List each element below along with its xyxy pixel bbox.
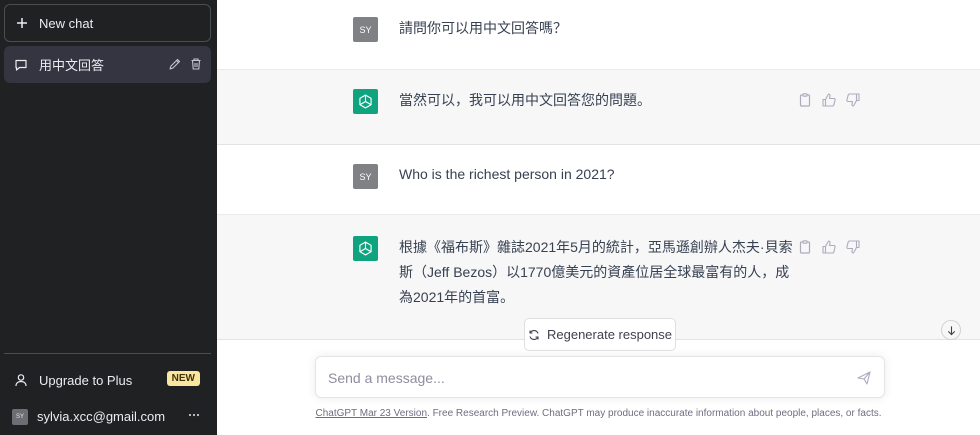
message-text: 請問你可以用中文回答嗎？ [399,20,567,36]
avatar: SY [12,408,28,425]
thumbs-down-icon[interactable] [845,239,861,255]
regenerate-label: Regenerate response [546,327,673,342]
upgrade-to-plus-button[interactable]: Upgrade to Plus NEW [4,362,211,398]
upgrade-label: Upgrade to Plus [39,372,133,388]
new-chat-label: New chat [39,15,94,31]
account-menu[interactable]: SY sylvia.xcc@gmail.com [4,400,211,433]
conversation-item[interactable]: 用中文回答 [4,46,211,83]
scroll-down-button[interactable] [941,320,961,340]
refresh-icon [529,329,539,340]
message-feedback [797,239,861,255]
message-text: 當然可以，我可以用中文回答您的問題。 [399,92,651,108]
thumbs-up-icon[interactable] [821,239,837,255]
conversation-title: 用中文回答 [39,58,105,73]
arrow-down-icon [947,325,955,335]
disclaimer-text: . Free Research Preview. ChatGPT may pro… [427,408,882,419]
sidebar: New chat 用中文回答 Upgrade to Plus NEW SY sy… [0,0,217,435]
footer-disclaimer: ChatGPT Mar 23 Version. Free Research Pr… [217,408,980,419]
clipboard-icon[interactable] [797,92,813,108]
thumbs-up-icon[interactable] [821,92,837,108]
message-assistant: 當然可以，我可以用中文回答您的問題。 [217,70,980,145]
message-text: 根據《福布斯》雜誌2021年5月的統計，亞馬遜創辦人杰夫·貝索斯（Jeff Be… [399,239,793,305]
message-user: SY 請問你可以用中文回答嗎？ [217,0,980,70]
clipboard-icon[interactable] [797,239,813,255]
thumbs-down-icon[interactable] [845,92,861,108]
trash-icon[interactable] [189,57,203,71]
account-email: sylvia.xcc@gmail.com [37,409,166,424]
avatar: SY [353,17,378,42]
conversation-panel: SY 請問你可以用中文回答嗎？ 當然可以，我可以用中文回答您的問題。 SY Wh… [217,0,980,435]
more-dots-icon[interactable] [187,408,201,422]
new-badge: NEW [166,371,200,386]
plus-icon [17,18,27,28]
message-input[interactable] [328,367,838,389]
message-text: Who is the richest person in 2021? [399,166,615,182]
avatar: SY [353,164,378,189]
new-chat-button[interactable]: New chat [4,4,211,42]
message-feedback [797,92,861,108]
pencil-icon[interactable] [168,57,182,71]
sidebar-divider [4,353,211,354]
message-composer [315,356,885,398]
paper-plane-icon[interactable] [856,370,872,386]
regenerate-response-button[interactable]: Regenerate response [524,318,676,351]
version-link[interactable]: ChatGPT Mar 23 Version [315,408,427,419]
user-icon [15,374,27,387]
chat-bubble-icon [15,59,27,71]
openai-logo-icon [353,236,378,261]
openai-logo-icon [353,89,378,114]
message-user: SY Who is the richest person in 2021? [217,145,980,215]
